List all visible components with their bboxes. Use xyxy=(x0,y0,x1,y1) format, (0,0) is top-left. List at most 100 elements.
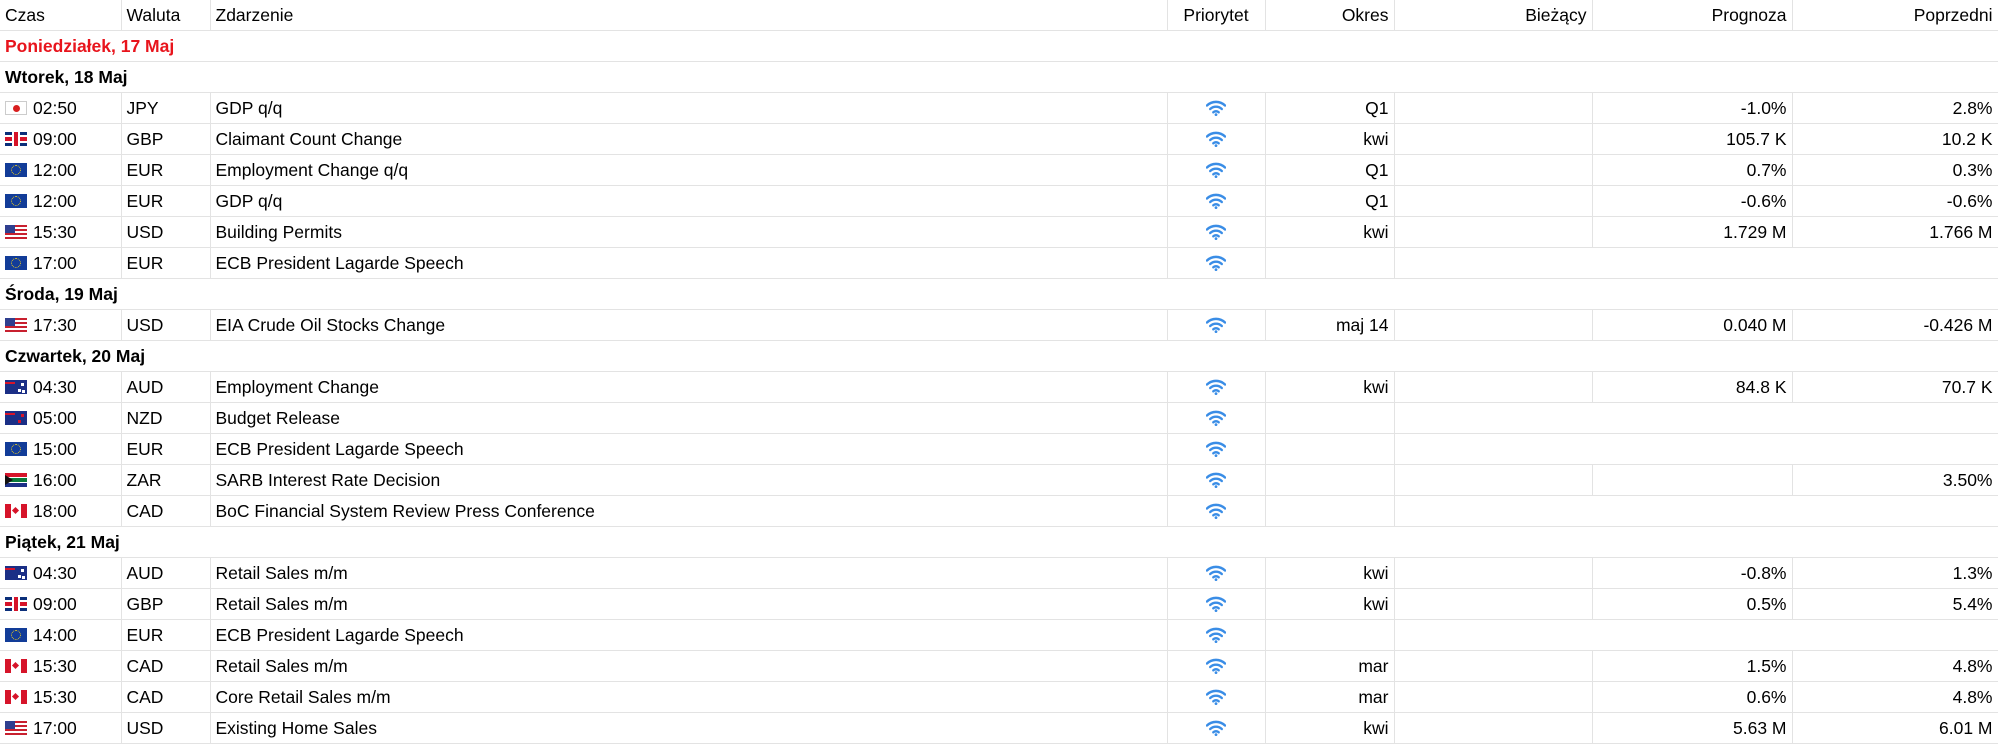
event-priority xyxy=(1167,92,1266,124)
event-currency: EUR xyxy=(121,433,211,465)
column-header-time[interactable]: Czas xyxy=(0,0,122,31)
event-actual xyxy=(1394,681,1593,713)
event-row[interactable]: 15:30 CAD Retail Sales m/m mar 1.5% 4.8% xyxy=(0,650,1998,682)
column-header-actual[interactable]: Bieżący xyxy=(1394,0,1593,31)
event-currency: EUR xyxy=(121,185,211,217)
event-row[interactable]: 02:50 JPY GDP q/q Q1 -1.0% 2.8% xyxy=(0,92,1998,124)
event-row[interactable]: 15:00 EUR ECB President Lagarde Speech xyxy=(0,433,1998,465)
event-forecast: -0.8% xyxy=(1592,557,1793,589)
event-period xyxy=(1265,464,1395,496)
calendar-body: Poniedziałek, 17 Maj Wtorek, 18 Maj 02:50 J… xyxy=(0,30,1998,744)
event-previous: 70.7 K xyxy=(1792,371,1998,403)
event-actual xyxy=(1394,216,1593,248)
event-currency: AUD xyxy=(121,371,211,403)
event-name: Existing Home Sales xyxy=(210,712,1168,744)
event-row[interactable]: 17:00 USD Existing Home Sales kwi 5.63 M 6.01… xyxy=(0,712,1998,744)
cad-flag-icon xyxy=(5,658,27,673)
event-values-empty xyxy=(1394,402,1998,434)
event-priority xyxy=(1167,433,1266,465)
event-previous: 1.766 M xyxy=(1792,216,1998,248)
event-forecast: 0.5% xyxy=(1592,588,1793,620)
event-actual xyxy=(1394,92,1593,124)
event-time: 12:00 xyxy=(33,190,77,211)
event-row[interactable]: 17:30 USD EIA Crude Oil Stocks Change maj 1… xyxy=(0,309,1998,341)
event-actual xyxy=(1394,371,1593,403)
event-priority xyxy=(1167,650,1266,682)
event-row[interactable]: 12:00 EUR GDP q/q Q1 -0.6% -0.6% xyxy=(0,185,1998,217)
cad-flag-icon xyxy=(5,689,27,704)
event-priority xyxy=(1167,123,1266,155)
event-priority xyxy=(1167,588,1266,620)
event-currency: USD xyxy=(121,309,211,341)
event-row[interactable]: 09:00 GBP Claimant Count Change kwi 105.7 K1… xyxy=(0,123,1998,155)
event-forecast: 1.5% xyxy=(1592,650,1793,682)
event-period: kwi xyxy=(1265,557,1395,589)
event-period: Q1 xyxy=(1265,92,1395,124)
event-currency: NZD xyxy=(121,402,211,434)
day-label: Środa, 19 Maj xyxy=(0,278,1998,310)
event-period: kwi xyxy=(1265,712,1395,744)
event-time: 14:00 xyxy=(33,624,77,645)
event-row[interactable]: 14:00 EUR ECB President Lagarde Speech xyxy=(0,619,1998,651)
event-time: 02:50 xyxy=(33,97,77,118)
event-values-empty xyxy=(1394,619,1998,651)
column-header-previous[interactable]: Poprzedni xyxy=(1792,0,1998,31)
usd-flag-icon xyxy=(5,317,27,332)
column-header-event[interactable]: Zdarzenie xyxy=(210,0,1168,31)
aud-flag-icon xyxy=(5,379,27,394)
event-time: 17:00 xyxy=(33,717,77,738)
event-forecast: -1.0% xyxy=(1592,92,1793,124)
economic-calendar-table: Czas Waluta Zdarzenie Priorytet Okres Bi… xyxy=(0,0,1998,744)
event-previous: 1.3% xyxy=(1792,557,1998,589)
event-row[interactable]: 04:30 AUD Retail Sales m/m kwi -0.8% 1.3% xyxy=(0,557,1998,589)
event-row[interactable]: 09:00 GBP Retail Sales m/m kwi 0.5% 5.4% xyxy=(0,588,1998,620)
event-row[interactable]: 04:30 AUD Employment Change kwi 84.8 K 70.7 K xyxy=(0,371,1998,403)
header-row: Czas Waluta Zdarzenie Priorytet Okres Bi… xyxy=(0,0,1998,31)
event-priority xyxy=(1167,712,1266,744)
event-forecast: 0.7% xyxy=(1592,154,1793,186)
wifi-icon xyxy=(1206,410,1226,426)
event-priority xyxy=(1167,216,1266,248)
event-time-cell: 12:00 xyxy=(0,154,122,186)
event-row[interactable]: 15:30 USD Building Permits kwi 1.729 M 1.766 … xyxy=(0,216,1998,248)
column-header-currency[interactable]: Waluta xyxy=(121,0,211,31)
eur-flag-icon xyxy=(5,162,27,177)
day-header-row: Czwartek, 20 Maj xyxy=(0,340,1998,372)
wifi-icon xyxy=(1206,627,1226,643)
event-previous: 2.8% xyxy=(1792,92,1998,124)
event-values-empty xyxy=(1394,433,1998,465)
event-row[interactable]: 17:00 EUR ECB President Lagarde Speech xyxy=(0,247,1998,279)
eur-flag-icon xyxy=(5,193,27,208)
event-period xyxy=(1265,495,1395,527)
event-time-cell: 15:00 xyxy=(0,433,122,465)
event-period xyxy=(1265,247,1395,279)
event-row[interactable]: 16:00 ZAR SARB Interest Rate Decision 3.50% xyxy=(0,464,1998,496)
column-header-forecast[interactable]: Prognoza xyxy=(1592,0,1793,31)
event-time: 04:30 xyxy=(33,562,77,583)
event-actual xyxy=(1394,712,1593,744)
event-currency: CAD xyxy=(121,495,211,527)
event-row[interactable]: 12:00 EUR Employment Change q/q Q1 0.7% 0.3% xyxy=(0,154,1998,186)
event-previous: 5.4% xyxy=(1792,588,1998,620)
wifi-icon xyxy=(1206,472,1226,488)
event-name: Employment Change q/q xyxy=(210,154,1168,186)
column-header-priority[interactable]: Priorytet xyxy=(1167,0,1266,31)
event-time-cell: 05:00 xyxy=(0,402,122,434)
wifi-icon xyxy=(1206,596,1226,612)
eur-flag-icon xyxy=(5,255,27,270)
event-currency: GBP xyxy=(121,588,211,620)
event-time: 15:30 xyxy=(33,655,77,676)
event-priority xyxy=(1167,154,1266,186)
day-header-row: Środa, 19 Maj xyxy=(0,278,1998,310)
column-header-period[interactable]: Okres xyxy=(1265,0,1395,31)
event-row[interactable]: 18:00 CAD BoC Financial System Review Pres… xyxy=(0,495,1998,527)
eur-flag-icon xyxy=(5,627,27,642)
day-header-row: Wtorek, 18 Maj xyxy=(0,61,1998,93)
wifi-icon xyxy=(1206,193,1226,209)
event-forecast: 0.6% xyxy=(1592,681,1793,713)
event-row[interactable]: 15:30 CAD Core Retail Sales m/m mar 0.6% 4.8% xyxy=(0,681,1998,713)
event-row[interactable]: 05:00 NZD Budget Release xyxy=(0,402,1998,434)
jpy-flag-icon xyxy=(5,100,27,115)
wifi-icon xyxy=(1206,224,1226,240)
event-values-empty xyxy=(1394,495,1998,527)
